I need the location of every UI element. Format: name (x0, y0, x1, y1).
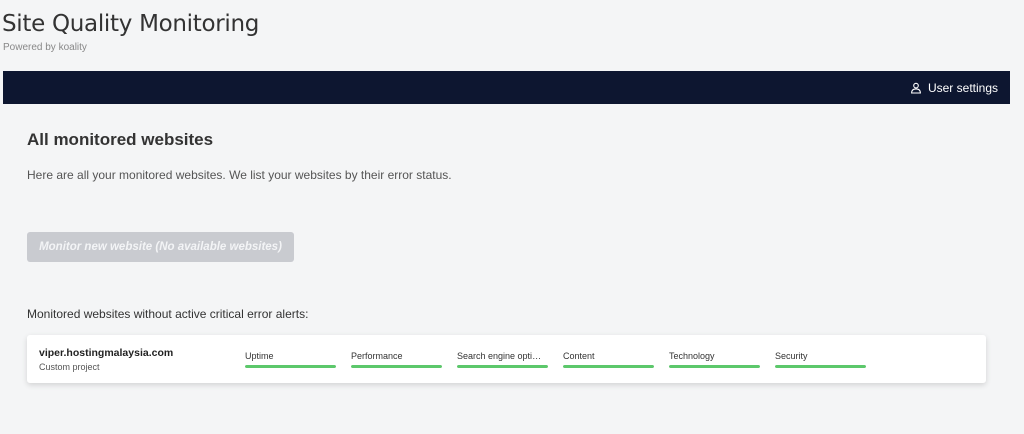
metric-bar (775, 365, 866, 368)
user-icon (911, 82, 921, 94)
metric-fill (563, 365, 654, 368)
metric-bar (563, 365, 654, 368)
metric-fill (245, 365, 336, 368)
user-settings-button[interactable]: User settings (910, 71, 998, 104)
top-navbar: User settings (3, 71, 1010, 104)
site-card[interactable]: viper.hostingmalaysia.com Custom project… (27, 335, 986, 383)
metric-label: Security (775, 351, 808, 361)
site-name: viper.hostingmalaysia.com (39, 347, 174, 359)
metric-label: Performance (351, 351, 403, 361)
app-title: Site Quality Monitoring (2, 11, 260, 37)
user-settings-label: User settings (927, 80, 998, 95)
metric-fill (669, 365, 760, 368)
site-type: Custom project (39, 362, 100, 372)
metric-bar (245, 365, 336, 368)
metric-label: Uptime (245, 351, 274, 361)
content-panel: All monitored websites Here are all your… (3, 104, 1010, 410)
metric-uptime: Uptime (245, 351, 336, 368)
metric-performance: Performance (351, 351, 442, 368)
app-subtitle: Powered by koality (3, 42, 87, 53)
metric-technology: Technology (669, 351, 760, 368)
metric-fill (351, 365, 442, 368)
app-header: Site Quality Monitoring Powered by koali… (0, 0, 1024, 70)
monitor-new-website-button[interactable]: Monitor new website (No available websit… (27, 232, 294, 262)
metric-label: Technology (669, 351, 715, 361)
metric-bar (351, 365, 442, 368)
page-description: Here are all your monitored websites. We… (27, 168, 452, 182)
metric-fill (457, 365, 548, 368)
metric-bar (669, 365, 760, 368)
metric-content: Content (563, 351, 654, 368)
page-title: All monitored websites (27, 130, 214, 149)
metric-security: Security (775, 351, 866, 368)
metric-bar (457, 365, 548, 368)
section-label: Monitored websites without active critic… (27, 307, 309, 321)
metric-label: Search engine optimization (457, 351, 548, 361)
metric-label: Content (563, 351, 595, 361)
metric-fill (775, 365, 866, 368)
metric-seo: Search engine optimization (457, 351, 548, 368)
